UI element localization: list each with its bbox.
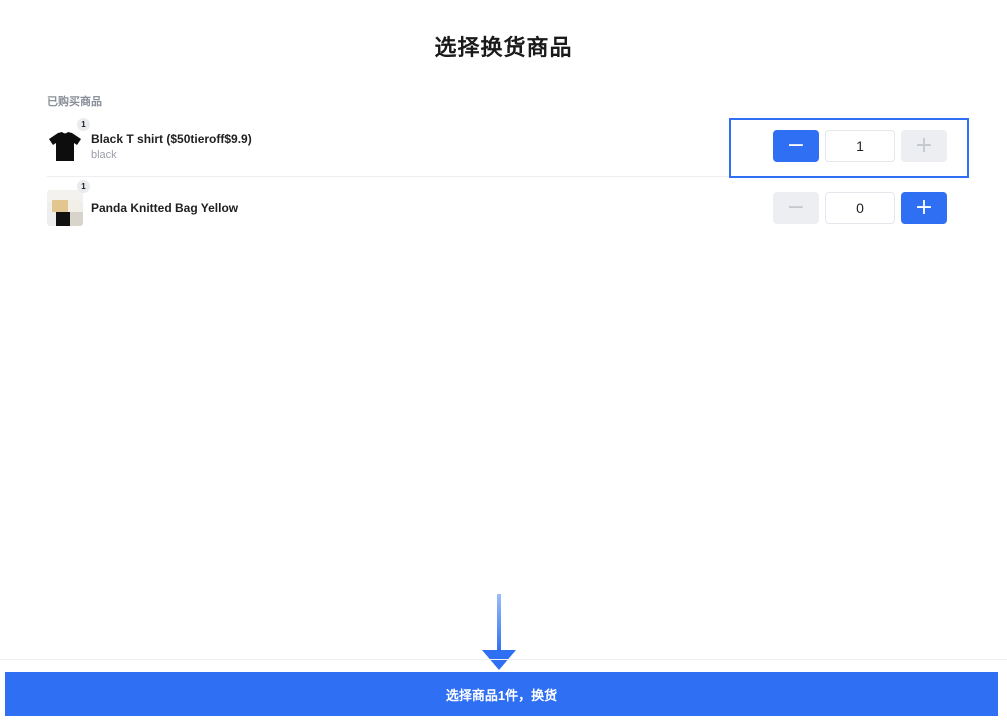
product-thumbnail: 1 bbox=[47, 118, 90, 164]
item-info: Black T shirt ($50tieroff$9.9) black bbox=[91, 132, 252, 161]
item-info: Panda Knitted Bag Yellow bbox=[91, 201, 238, 215]
list-item: 1 Panda Knitted Bag Yellow − + bbox=[47, 180, 950, 230]
increase-quantity-button[interactable]: + bbox=[901, 130, 947, 162]
page-title: 选择换货商品 bbox=[434, 35, 573, 60]
exchange-page: 选择换货商品 已购买商品 1 Black T shirt ($50tieroff… bbox=[0, 0, 1007, 720]
quantity-input[interactable] bbox=[825, 192, 895, 224]
item-name: Black T shirt ($50tieroff$9.9) bbox=[91, 131, 252, 146]
panda-bag-icon bbox=[47, 190, 83, 226]
purchased-qty-badge: 1 bbox=[77, 180, 90, 193]
list-item: 1 Black T shirt ($50tieroff$9.9) black −… bbox=[47, 118, 950, 168]
row-divider bbox=[47, 176, 950, 177]
purchased-qty-badge: 1 bbox=[77, 118, 90, 131]
increase-quantity-button[interactable]: + bbox=[901, 192, 947, 224]
item-variant: black bbox=[91, 148, 117, 161]
item-name: Panda Knitted Bag Yellow bbox=[91, 201, 239, 215]
quantity-stepper: − + bbox=[773, 192, 947, 224]
decrease-quantity-button[interactable]: − bbox=[773, 192, 819, 224]
product-thumbnail: 1 bbox=[47, 180, 90, 226]
footer-divider bbox=[0, 659, 1007, 660]
black-tshirt-icon bbox=[47, 128, 83, 164]
submit-exchange-button[interactable]: 选择商品1件，换货 bbox=[5, 672, 998, 716]
decrease-quantity-button[interactable]: − bbox=[773, 130, 819, 162]
section-label-purchased: 已购买商品 bbox=[47, 96, 102, 108]
quantity-input[interactable] bbox=[825, 130, 895, 162]
quantity-stepper: − + bbox=[773, 130, 947, 162]
